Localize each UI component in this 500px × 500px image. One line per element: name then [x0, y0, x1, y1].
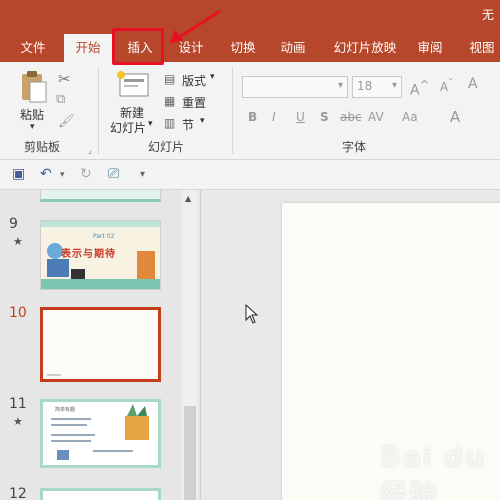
- tab-slideshow[interactable]: 幻灯片放映: [325, 34, 405, 62]
- paste-label[interactable]: 粘贴: [20, 106, 44, 123]
- format-painter-icon[interactable]: 🖌: [58, 114, 75, 129]
- star-icon: ★: [13, 415, 23, 428]
- copy-icon[interactable]: ⧉: [56, 92, 65, 107]
- slide-9-title: 表示与期待: [61, 249, 116, 260]
- undo-icon[interactable]: ↶: [40, 166, 52, 182]
- insert-tab-highlight: [112, 28, 164, 65]
- dialog-launcher-icon[interactable]: ⌟: [88, 146, 92, 155]
- font-size-value: 18: [357, 79, 373, 93]
- tab-review[interactable]: 审阅: [410, 34, 450, 62]
- watermark: Bai du 经验: [380, 440, 486, 500]
- chevron-down-icon[interactable]: ▾: [210, 72, 215, 82]
- slide-footer-mark: [47, 374, 61, 376]
- font-size-combo[interactable]: 18 ▾: [352, 76, 402, 98]
- paste-dropdown-icon[interactable]: ▾: [30, 122, 35, 132]
- slide-thumbnail-12[interactable]: [40, 488, 161, 500]
- slide-thumbnail-9[interactable]: Part 02 表示与期待: [40, 220, 161, 290]
- new-slide-icon[interactable]: [116, 70, 152, 100]
- slide-11-artwork: [51, 404, 149, 460]
- quick-access-toolbar: ▣ ↶ ▾ ↻ ⎚ ▾: [0, 160, 500, 190]
- slide-number: 11: [9, 396, 27, 412]
- chevron-down-icon[interactable]: ▾: [60, 170, 65, 180]
- section-icon[interactable]: ▥: [164, 116, 175, 130]
- slide-thumbnail-partial[interactable]: [40, 190, 161, 202]
- underline-button[interactable]: U: [296, 110, 305, 124]
- tab-home[interactable]: 开始: [64, 34, 112, 62]
- char-spacing-button[interactable]: AV: [368, 110, 384, 124]
- font-name-combo[interactable]: ▾: [242, 76, 348, 98]
- present-icon[interactable]: ⎚: [108, 166, 119, 182]
- window-title: 无: [481, 8, 494, 22]
- tab-transitions[interactable]: 切换: [220, 34, 266, 62]
- font-color-button[interactable]: A: [450, 108, 460, 126]
- ribbon: 粘贴 ▾ ✂ ⧉ 🖌 剪贴板 ⌟ 新建 幻灯片 ▾ ▤ 版式 ▾ ▦ 重置 ▥ …: [0, 62, 500, 160]
- separator: [98, 68, 99, 154]
- slide-number: 12: [9, 486, 27, 500]
- paste-icon[interactable]: [20, 70, 48, 104]
- cut-icon[interactable]: ✂: [58, 70, 71, 88]
- reset-icon[interactable]: ▦: [164, 94, 175, 108]
- tab-file[interactable]: 文件: [10, 34, 56, 62]
- tab-animations[interactable]: 动画: [270, 34, 316, 62]
- reset-label[interactable]: 重置: [182, 94, 206, 111]
- change-case-button[interactable]: Aa: [402, 110, 418, 124]
- star-icon: ★: [13, 235, 23, 248]
- new-slide-label-2[interactable]: 幻灯片: [110, 119, 146, 136]
- slide-number: 9: [9, 216, 18, 232]
- slide-number: 10: [9, 305, 27, 321]
- separator: [232, 68, 233, 154]
- chevron-down-icon: ▾: [391, 80, 397, 91]
- shadow-button[interactable]: S: [320, 110, 329, 124]
- clipboard-group-label: 剪贴板: [24, 140, 61, 154]
- layout-icon[interactable]: ▤: [164, 72, 175, 86]
- increase-font-icon[interactable]: A^: [410, 78, 429, 99]
- chevron-down-icon[interactable]: ▾: [200, 116, 205, 126]
- scroll-up-icon[interactable]: ▲: [185, 194, 191, 203]
- font-group-label: 字体: [342, 140, 367, 154]
- slide-9-part: Part 02: [93, 233, 115, 240]
- customize-icon[interactable]: ▾: [140, 169, 145, 180]
- title-bar: 无 文件 开始 插入 设计 切换 动画 幻灯片放映 审阅 视图: [0, 0, 500, 62]
- italic-button[interactable]: I: [272, 110, 276, 124]
- redo-icon[interactable]: ↻: [80, 166, 92, 182]
- layout-label[interactable]: 版式: [182, 72, 206, 89]
- mouse-pointer-icon: [245, 304, 259, 324]
- decrease-font-icon[interactable]: Aˇ: [440, 78, 453, 94]
- arrow-icon: [169, 9, 221, 44]
- slides-group-label: 幻灯片: [148, 140, 185, 154]
- tab-view[interactable]: 视图: [462, 34, 500, 62]
- ribbon-tabs: 文件 开始 插入 设计 切换 动画 幻灯片放映 审阅 视图: [0, 34, 500, 62]
- bold-button[interactable]: B: [248, 110, 257, 124]
- strikethrough-button[interactable]: abc: [340, 110, 362, 124]
- chevron-down-icon[interactable]: ▾: [148, 119, 153, 129]
- save-icon[interactable]: ▣: [12, 166, 25, 182]
- section-label[interactable]: 节: [182, 116, 194, 133]
- chevron-down-icon: ▾: [337, 80, 343, 91]
- slide-thumbnail-10[interactable]: [40, 307, 161, 382]
- thumbnail-scrollbar[interactable]: ▲: [182, 190, 198, 500]
- scrollbar-thumb[interactable]: [184, 406, 196, 500]
- slide-thumbnail-11[interactable]: 简单有趣: [40, 399, 161, 468]
- clear-format-icon[interactable]: A: [468, 76, 478, 92]
